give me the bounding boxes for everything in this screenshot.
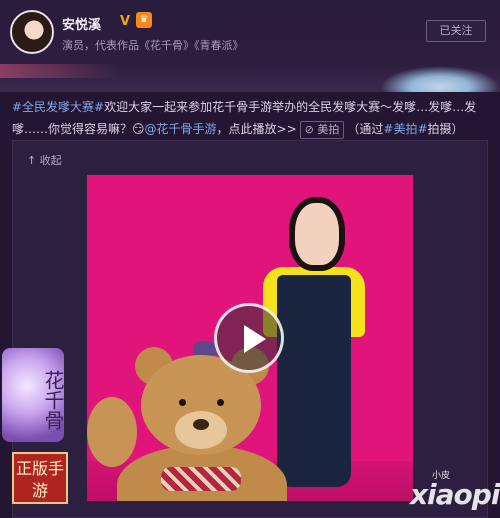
media-card: ↑ 收起 — [12, 140, 488, 518]
play-icon[interactable] — [214, 303, 284, 373]
bear-eye — [179, 399, 186, 406]
game-seal: 正版手游 — [12, 452, 68, 504]
emoji: 😏 — [132, 122, 145, 136]
crown-icon: ♛ — [136, 12, 152, 28]
game-logo: 花千骨 — [2, 348, 65, 442]
watermark-big: xiaopi — [410, 478, 500, 511]
cloud-decoration — [380, 66, 500, 92]
mention-link[interactable]: @花千骨手游 — [145, 122, 217, 136]
verified-icon: V — [120, 14, 131, 29]
link-icon: ⊘ — [304, 123, 314, 136]
hashtag-link[interactable]: #全民发嗲大赛# — [12, 100, 104, 114]
meipai-label: 美拍 — [317, 123, 340, 136]
collapse-icon: ↑ — [27, 154, 37, 167]
bear-nose — [193, 419, 209, 430]
follow-label: 已关注 — [439, 24, 473, 37]
bear-eye — [217, 399, 224, 406]
bear-scarf — [161, 467, 241, 491]
via-tag-link[interactable]: #美拍# — [383, 122, 427, 136]
collapse-label: 收起 — [39, 154, 62, 167]
video-player[interactable] — [87, 175, 413, 501]
via-suffix: 拍摄） — [427, 122, 464, 136]
user-bio: 演员，代表作品《花千骨》《青春派》 — [62, 39, 244, 52]
avatar[interactable] — [10, 10, 54, 54]
collapse-button[interactable]: ↑ 收起 — [27, 152, 62, 168]
bear-arm — [87, 397, 137, 467]
header-decoration — [0, 64, 120, 78]
girl-head — [295, 203, 339, 265]
username[interactable]: 安悦溪 — [62, 14, 101, 33]
meipai-button[interactable]: ⊘ 美拍 — [299, 121, 345, 139]
via-prefix: （通过 — [347, 122, 384, 136]
post-text: #全民发嗲大赛#欢迎大家一起来参加花千骨手游举办的全民发嗲大赛～发嗲…发嗲…发嗲… — [12, 96, 488, 140]
watermark: 小皮 xiaopi — [410, 471, 500, 514]
bear-snout — [175, 411, 227, 449]
follow-button[interactable]: 已关注 — [426, 20, 486, 42]
girl-overall — [277, 275, 351, 487]
play-link-text[interactable]: ，点此播放>> — [217, 122, 297, 136]
